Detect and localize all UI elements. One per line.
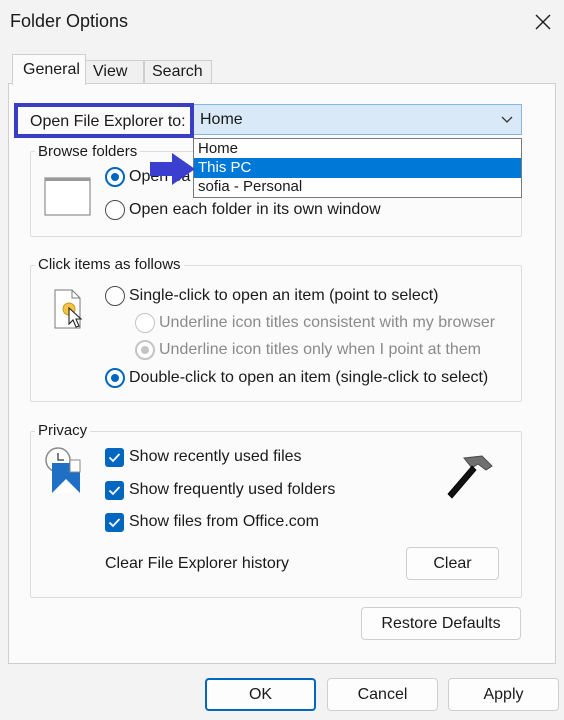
option-double-click-label: Double-click to open an item (single-cli… xyxy=(129,369,489,386)
dropdown-option-sofia-personal[interactable]: sofia - Personal xyxy=(194,177,521,197)
clear-history-label: Clear File Explorer history xyxy=(105,555,290,572)
dropdown-option-home[interactable]: Home xyxy=(194,139,521,159)
browse-window-icon xyxy=(44,177,91,216)
option-underline-browser-label: Underline icon titles consistent with my… xyxy=(159,314,496,331)
radio-double-click[interactable] xyxy=(105,368,125,388)
annotation-arrow-icon xyxy=(150,153,195,185)
open-explorer-label: Open File Explorer to: xyxy=(30,113,186,130)
ok-button[interactable]: OK xyxy=(205,678,316,711)
radio-open-own-window[interactable] xyxy=(105,200,125,220)
open-explorer-combobox[interactable]: Home xyxy=(193,104,522,135)
tab-search-label: Search xyxy=(152,63,203,80)
restore-defaults-button[interactable]: Restore Defaults xyxy=(361,607,521,640)
checkbox-frequent-folders[interactable] xyxy=(105,481,124,500)
close-icon xyxy=(535,14,551,30)
chevron-down-icon xyxy=(501,116,513,123)
cancel-button[interactable]: Cancel xyxy=(327,678,438,711)
checkmark-icon xyxy=(108,486,121,496)
checkbox-office-files[interactable] xyxy=(105,513,124,532)
checkmark-icon xyxy=(108,453,121,463)
close-button[interactable] xyxy=(528,7,558,37)
option-underline-point-label: Underline icon titles only when I point … xyxy=(159,341,481,358)
tab-view[interactable]: View xyxy=(85,60,144,84)
hammer-icon xyxy=(447,455,493,499)
radio-underline-browser[interactable] xyxy=(135,313,155,333)
radio-open-same-window[interactable] xyxy=(105,167,125,187)
open-explorer-selected-value: Home xyxy=(200,111,243,128)
checkmark-icon xyxy=(108,518,121,528)
tab-general[interactable]: General xyxy=(12,54,86,85)
browse-folders-title: Browse folders xyxy=(35,143,141,161)
option-office-files-label: Show files from Office.com xyxy=(129,513,319,530)
privacy-title: Privacy xyxy=(35,422,91,440)
tab-view-label: View xyxy=(93,63,128,80)
option-open-own-window-label: Open each folder in its own window xyxy=(129,201,381,218)
checkbox-recent-files[interactable] xyxy=(105,448,124,467)
recent-files-icon xyxy=(45,447,81,493)
dropdown-option-this-pc[interactable]: This PC xyxy=(194,158,521,178)
open-explorer-label-highlight: Open File Explorer to: xyxy=(14,103,194,138)
option-frequent-folders-label: Show frequently used folders xyxy=(129,481,336,498)
click-items-title: Click items as follows xyxy=(35,256,184,274)
option-recent-files-label: Show recently used files xyxy=(129,448,302,465)
radio-underline-point[interactable] xyxy=(135,340,155,360)
tab-strip: General View Search xyxy=(8,52,556,85)
clear-history-button[interactable]: Clear xyxy=(406,547,499,580)
option-single-click-label: Single-click to open an item (point to s… xyxy=(129,287,439,304)
tab-general-label: General xyxy=(23,61,80,78)
radio-single-click[interactable] xyxy=(105,286,125,306)
click-pointer-icon xyxy=(54,289,83,329)
apply-button[interactable]: Apply xyxy=(448,678,559,711)
window-title: Folder Options xyxy=(10,11,129,31)
open-explorer-dropdown-list: Home This PC sofia - Personal xyxy=(193,138,522,198)
tab-search[interactable]: Search xyxy=(144,60,212,84)
